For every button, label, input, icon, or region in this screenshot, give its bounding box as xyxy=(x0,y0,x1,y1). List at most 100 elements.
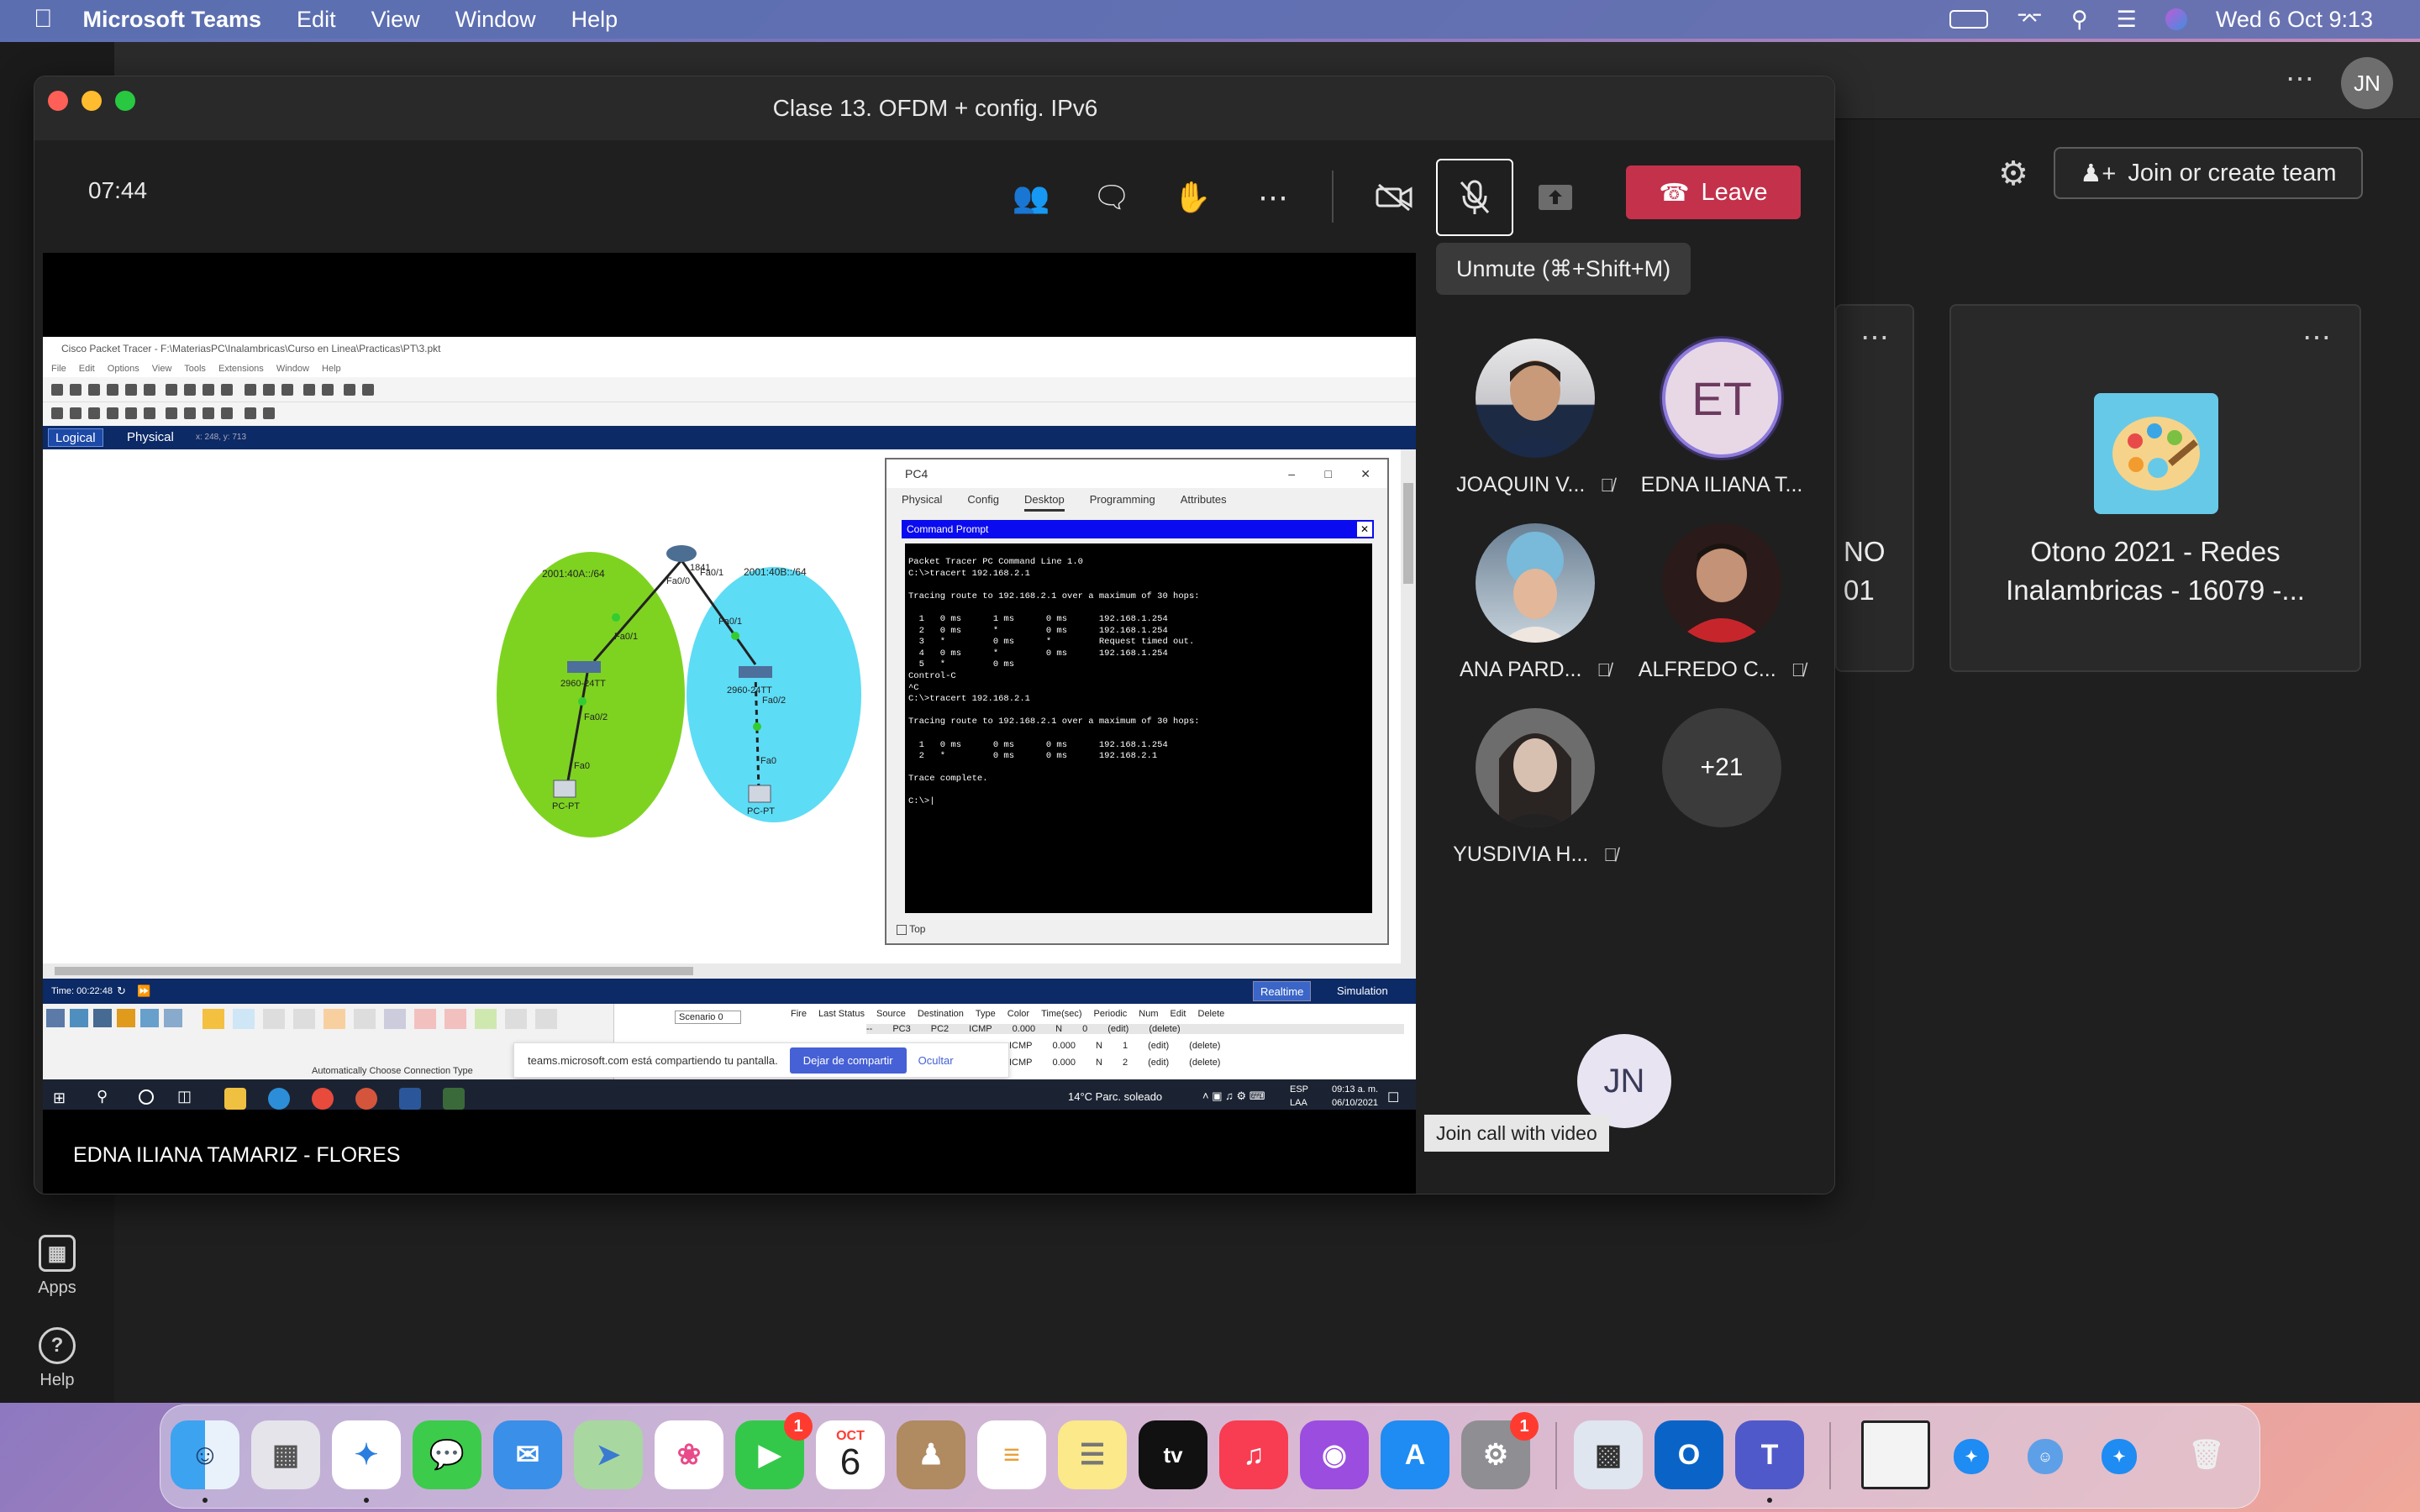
pdu-edit[interactable]: (edit) xyxy=(1107,1024,1128,1034)
tv-icon[interactable]: tv xyxy=(1139,1420,1207,1489)
palette-icon[interactable] xyxy=(303,384,315,396)
minimize-window-button[interactable] xyxy=(82,91,102,111)
custom-device-icon[interactable] xyxy=(322,384,334,396)
zoom-window-button[interactable] xyxy=(115,91,135,111)
close-icon[interactable]: ✕ xyxy=(1357,522,1372,537)
notes-icon[interactable]: ☰ xyxy=(1058,1420,1127,1489)
fiber-cable-icon[interactable] xyxy=(324,1009,345,1029)
calendar-icon[interactable]: OCT 6 xyxy=(816,1420,885,1489)
zoom-reset-icon[interactable] xyxy=(263,384,275,396)
participant-tile[interactable]: ANA PARD... 🎙̸ xyxy=(1434,523,1636,700)
documents-stack-icon[interactable]: ☺ xyxy=(2028,1439,2063,1474)
hide-notice-button[interactable]: Ocultar xyxy=(918,1054,954,1067)
close-window-button[interactable] xyxy=(48,91,68,111)
photos-icon[interactable]: ❀ xyxy=(655,1420,723,1489)
reminders-icon[interactable]: ≡ xyxy=(977,1420,1046,1489)
windows-start-icon[interactable]: ⊞ xyxy=(53,1089,66,1107)
redo-icon[interactable] xyxy=(221,384,233,396)
tab-desktop[interactable]: Desktop xyxy=(1024,488,1065,512)
more-options-icon[interactable]: ⋯ xyxy=(1860,321,1891,354)
edge-icon[interactable] xyxy=(268,1088,290,1110)
notification-icon[interactable]: ☐ xyxy=(1387,1089,1399,1106)
viewport-icon[interactable] xyxy=(344,384,355,396)
pdu-delete[interactable]: (delete) xyxy=(1149,1024,1180,1034)
tab-programming[interactable]: Programming xyxy=(1090,488,1155,512)
outlook-icon[interactable]: O xyxy=(1655,1420,1723,1489)
scroll-thumb[interactable] xyxy=(1403,483,1413,584)
copy-icon[interactable] xyxy=(166,384,177,396)
stop-sharing-button[interactable]: Dejar de compartir xyxy=(789,1047,907,1074)
realtime-tab[interactable]: Realtime xyxy=(1253,981,1312,1001)
inspect-icon[interactable] xyxy=(70,407,82,419)
undo-icon[interactable] xyxy=(203,384,214,396)
router-category-icon[interactable] xyxy=(46,1009,65,1027)
draw-icon[interactable] xyxy=(144,407,155,419)
participant-tile[interactable]: YUSDIVIA H... 🎙̸ xyxy=(1434,708,1636,885)
control-center-icon[interactable]: ☰ xyxy=(2117,7,2137,33)
close-icon[interactable]: ✕ xyxy=(1360,459,1370,488)
line-icon[interactable] xyxy=(166,407,177,419)
print-icon[interactable] xyxy=(107,384,118,396)
siri-icon[interactable] xyxy=(2165,8,2187,30)
leave-button[interactable]: ☎ Leave xyxy=(1626,165,1801,219)
physical-tab[interactable]: Physical xyxy=(120,428,181,447)
menu-app-name[interactable]: Microsoft Teams xyxy=(83,7,262,33)
rail-apps[interactable]: ▦ Apps xyxy=(0,1235,114,1298)
table-row[interactable]: ICMP 0.000 N 1 (edit) (delete) xyxy=(1009,1041,1220,1051)
rail-help[interactable]: ? Help xyxy=(0,1327,114,1390)
raise-hand-button[interactable]: ✋ xyxy=(1154,159,1231,236)
octal-cable-icon[interactable] xyxy=(475,1009,497,1029)
pt-menu-bar[interactable]: File Edit Options View Tools Extensions … xyxy=(43,360,1416,377)
serial-dte-icon[interactable] xyxy=(445,1009,466,1029)
join-create-team-button[interactable]: ♟+ Join or create team xyxy=(2054,147,2363,199)
save-icon[interactable] xyxy=(88,384,100,396)
trash-icon[interactable]: 🗑 xyxy=(2172,1420,2241,1489)
language-indicator[interactable]: ESP LAA xyxy=(1290,1083,1308,1110)
connections-category-icon[interactable] xyxy=(117,1009,135,1027)
scenario-select[interactable]: Scenario 0 xyxy=(675,1011,741,1024)
app-icon[interactable] xyxy=(355,1088,377,1110)
new-icon[interactable] xyxy=(51,384,63,396)
zoom-in-icon[interactable] xyxy=(245,384,256,396)
crossover-cable-icon[interactable] xyxy=(293,1009,315,1029)
vertical-scrollbar[interactable] xyxy=(1401,449,1416,963)
word-icon[interactable] xyxy=(399,1088,421,1110)
wifi-icon[interactable]: ⌤ xyxy=(2017,7,2043,33)
router-icon[interactable] xyxy=(666,545,697,562)
logical-workspace[interactable]: 2001:40A::/64 2001:40B::/64 1841 Fa0/0 F… xyxy=(43,449,1416,963)
weather-text[interactable]: 14°C Parc. soleado xyxy=(1068,1090,1162,1103)
rect-icon[interactable] xyxy=(184,407,196,419)
share-button[interactable] xyxy=(1517,159,1594,236)
wireless-category-icon[interactable] xyxy=(164,1009,182,1027)
phone-cable-icon[interactable] xyxy=(354,1009,376,1029)
participant-tile[interactable]: JOAQUIN V... 🎙̸ xyxy=(1434,339,1636,515)
power-cycle-icon[interactable]: ↻ xyxy=(117,979,126,1004)
teams-icon[interactable]: T xyxy=(1735,1420,1804,1489)
tab-attributes[interactable]: Attributes xyxy=(1181,488,1227,512)
more-actions-button[interactable]: ⋯ xyxy=(1234,159,1312,236)
switch-left-icon[interactable] xyxy=(567,661,601,673)
pc-left-icon[interactable] xyxy=(553,780,576,798)
window-thumbnail-icon[interactable] xyxy=(1861,1420,1930,1489)
system-preferences-icon[interactable]: ⚙ 1 xyxy=(1461,1412,1539,1489)
usb-cable-icon[interactable] xyxy=(535,1009,557,1029)
serial-dce-icon[interactable] xyxy=(414,1009,436,1029)
more-options-icon[interactable]: ⋯ xyxy=(2302,321,2333,354)
messages-icon[interactable]: 💬 xyxy=(413,1420,481,1489)
menu-help[interactable]: Help xyxy=(571,7,618,33)
chat-button[interactable]: 🗨 xyxy=(1073,159,1150,236)
paste-icon[interactable] xyxy=(184,384,196,396)
cortana-icon[interactable] xyxy=(139,1089,154,1105)
open-icon[interactable] xyxy=(70,384,82,396)
clock[interactable]: Wed 6 Oct 9:13 xyxy=(2216,7,2373,33)
delete-icon[interactable] xyxy=(88,407,100,419)
camera-button[interactable] xyxy=(1355,159,1433,236)
logical-tab[interactable]: Logical xyxy=(48,428,103,447)
menu-window[interactable]: Window xyxy=(455,7,536,33)
scroll-thumb[interactable] xyxy=(55,967,693,975)
pdu-delete[interactable]: (delete) xyxy=(1189,1041,1220,1051)
download-stack-icon[interactable]: ✦ xyxy=(1954,1439,1989,1474)
contacts-icon[interactable]: ♟ xyxy=(897,1420,965,1489)
podcasts-icon[interactable]: ◉ xyxy=(1300,1420,1369,1489)
pdu-simple-icon[interactable] xyxy=(245,407,256,419)
